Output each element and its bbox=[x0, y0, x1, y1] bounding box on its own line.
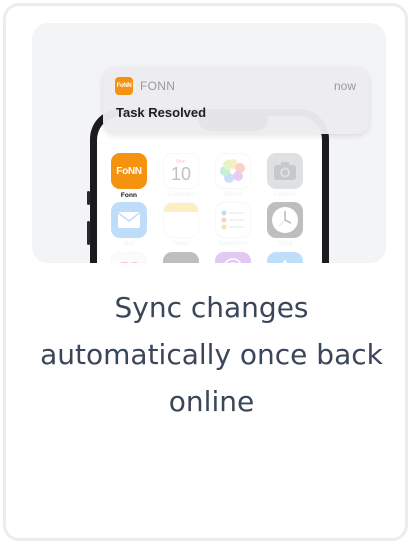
apple-tv-icon bbox=[163, 252, 199, 263]
feature-headline: Sync changes automatically once back onl… bbox=[40, 291, 383, 418]
hero-illustration: FoNN Fonn Mon 10 Calendar Photos Camera … bbox=[32, 23, 386, 263]
phone-side-button bbox=[87, 221, 90, 245]
notification-time: now bbox=[333, 79, 356, 93]
app-apple-tv[interactable] bbox=[161, 252, 201, 263]
app-reminders[interactable]: Reminders bbox=[213, 202, 253, 247]
phone-home-screen: FoNN Fonn Mon 10 Calendar Photos Camera … bbox=[97, 116, 322, 263]
app-label: Reminders bbox=[218, 241, 248, 247]
fonn-app-icon: FoNN bbox=[111, 153, 147, 189]
app-photos[interactable]: Photos bbox=[213, 153, 253, 198]
camera-icon bbox=[267, 153, 303, 189]
notes-icon bbox=[163, 202, 199, 238]
phone-side-button bbox=[87, 191, 90, 205]
app-label: Notes bbox=[172, 241, 190, 247]
app-notes[interactable]: Notes bbox=[161, 202, 201, 247]
notification-app-name: FONN bbox=[140, 79, 176, 93]
fonn-logo-text: FoNN bbox=[116, 83, 132, 89]
app-app-store[interactable] bbox=[265, 252, 305, 263]
app-label: Photos bbox=[223, 192, 243, 198]
calendar-day-number: 10 bbox=[170, 164, 192, 184]
notification-title: Task Resolved bbox=[116, 105, 207, 120]
app-mail[interactable]: Mail bbox=[109, 202, 149, 247]
app-fonn[interactable]: FoNN Fonn bbox=[109, 153, 149, 199]
app-podcasts[interactable] bbox=[213, 252, 253, 263]
app-store-icon bbox=[267, 252, 303, 263]
app-label: Fonn bbox=[120, 192, 138, 199]
app-camera[interactable]: Camera bbox=[265, 153, 305, 198]
podcasts-icon bbox=[215, 252, 251, 263]
photos-icon bbox=[215, 153, 251, 189]
app-clock[interactable]: Clock bbox=[265, 202, 305, 247]
reminders-icon bbox=[215, 202, 251, 238]
app-news[interactable] bbox=[109, 252, 149, 263]
fonn-app-icon: FoNN bbox=[115, 77, 133, 95]
feature-card: FoNN Fonn Mon 10 Calendar Photos Camera … bbox=[3, 3, 408, 541]
app-calendar[interactable]: Mon 10 Calendar bbox=[161, 153, 201, 198]
app-label: Camera bbox=[274, 192, 296, 198]
app-label: Calendar bbox=[168, 192, 194, 198]
notification-banner[interactable]: FoNN FONN now Task Resolved bbox=[103, 67, 369, 134]
news-icon bbox=[111, 252, 147, 263]
fonn-logo-text: FoNN bbox=[116, 165, 142, 177]
app-label: Mail bbox=[123, 241, 135, 247]
app-label: Clock bbox=[277, 241, 293, 247]
clock-icon bbox=[267, 202, 303, 238]
calendar-icon: Mon 10 bbox=[163, 153, 199, 189]
mail-icon bbox=[111, 202, 147, 238]
